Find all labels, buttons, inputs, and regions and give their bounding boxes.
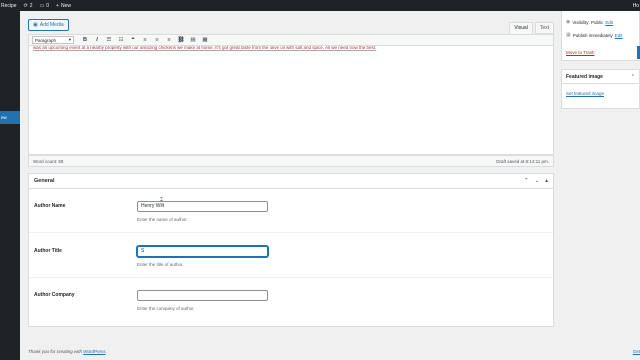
field-author-name: Author Name Henry Wilt Enter the name of… (29, 189, 553, 233)
blockquote-icon[interactable]: ❝ (127, 37, 139, 43)
author-company-label: Author Company (34, 292, 75, 298)
author-name-label: Author Name (34, 203, 66, 209)
read-more-icon[interactable]: ▤ (187, 37, 199, 43)
editor-content-text: was an upcoming event at a nearby proper… (33, 45, 377, 50)
new-label: New (61, 2, 72, 9)
visibility-row: ◉ Visibility: Public Edit (566, 19, 613, 25)
plus-icon: + (56, 2, 59, 9)
metabox-title: General (34, 178, 55, 184)
format-select[interactable]: Paragraph ▾ (32, 36, 74, 44)
editor-status-bar: Word count: 68 Draft saved at 8:14:11 pm… (28, 155, 554, 167)
comment-icon: ▭ (39, 2, 45, 9)
tab-text[interactable]: Text (534, 22, 554, 34)
featured-image-title: Featured image (566, 73, 603, 80)
calendar-icon: ▦ (566, 32, 571, 38)
wordpress-link[interactable]: WordPress (83, 349, 105, 354)
format-select-value: Paragraph (35, 37, 57, 43)
footer-version-link[interactable]: Get (633, 349, 640, 354)
admin-menu-current-item[interactable]: ew (0, 111, 20, 124)
site-name: Recipe (1, 2, 17, 9)
set-featured-image-link[interactable]: Set featured image (566, 91, 604, 96)
publish-text: Publish immediately (572, 32, 613, 38)
bullet-list-icon[interactable]: ☰ (103, 37, 115, 43)
add-media-button[interactable]: ▣ Add Media (28, 19, 69, 31)
visibility-edit-link[interactable]: Edit (605, 20, 613, 25)
move-down-icon[interactable]: ⌄ (535, 178, 540, 184)
link-icon[interactable]: ⛓ (175, 37, 187, 43)
bold-icon[interactable]: B (79, 37, 91, 43)
author-name-description: Enter the name of author. (137, 217, 188, 222)
author-title-description: Enter the title of author. (137, 262, 184, 267)
updates-icon: ⟳ (23, 2, 28, 9)
move-to-trash-link[interactable]: Move to Trash (566, 50, 595, 55)
publish-metabox: ◉ Visibility: Public Edit ▦ Publish imme… (561, 11, 640, 61)
footer-text: Thank you for creating with (28, 349, 83, 354)
word-count: Word count: 68 (33, 158, 64, 164)
footer-period: . (105, 349, 107, 354)
comments-count: 0 (46, 2, 50, 9)
comments-link[interactable]: ▭ 0 (40, 3, 50, 9)
account-link[interactable]: Ho (633, 3, 639, 9)
field-author-company: Author Company Enter the company of auth… (29, 278, 553, 322)
numbered-list-icon[interactable]: ☷ (115, 37, 127, 43)
toggle-panel-icon[interactable]: ▴ (545, 178, 548, 184)
publish-edit-link[interactable]: Edit (615, 33, 623, 38)
italic-icon[interactable]: I (91, 37, 103, 43)
publish-row: ▦ Publish immediately Edit (566, 32, 623, 38)
admin-menu: ew (0, 11, 20, 360)
media-icon: ▣ (33, 22, 38, 28)
chevron-down-icon: ▾ (68, 37, 71, 42)
admin-bar: Recipe ⟳ 2 ▭ 0 + New Ho (0, 0, 640, 11)
featured-image-metabox: Featured image ⌃ Set featured image (561, 69, 640, 109)
align-right-icon[interactable]: ≡ (163, 37, 175, 43)
editor-tabs: Visual Text (507, 22, 554, 34)
site-name-link[interactable]: Recipe (1, 3, 17, 9)
updates-count: 2 (29, 2, 33, 9)
chevron-up-icon[interactable]: ⌃ (631, 74, 635, 80)
add-media-label: Add Media (39, 22, 64, 28)
author-title-label: Author Title (34, 248, 62, 254)
general-metabox: General ⌃ ⌄ ▴ Author Name Henry Wilt Ent… (28, 173, 554, 327)
move-up-icon[interactable]: ⌃ (524, 178, 529, 184)
author-company-input[interactable] (137, 290, 268, 301)
author-title-input[interactable]: S (137, 246, 268, 257)
admin-footer: Thank you for creating with WordPress. (28, 349, 107, 354)
metabox-controls: ⌃ ⌄ ▴ (518, 178, 548, 184)
toolbar-toggle-icon[interactable]: ▦ (199, 37, 211, 43)
updates-link[interactable]: ⟳ 2 (24, 3, 33, 9)
align-left-icon[interactable]: ≡ (139, 37, 151, 43)
author-name-input[interactable]: Henry Wilt (137, 201, 268, 212)
editor-content-area[interactable]: was an upcoming event at a nearby proper… (28, 45, 554, 155)
tab-visual[interactable]: Visual (509, 22, 533, 34)
account-label: Ho (632, 3, 639, 9)
metabox-header: General ⌃ ⌄ ▴ (29, 174, 553, 189)
editor-toolbar: Paragraph ▾ B I ☰ ☷ ❝ ≡ ≡ ≡ ⛓ ▤ ▦ (28, 34, 554, 45)
admin-menu-current-label: ew (1, 115, 7, 120)
eye-icon: ◉ (566, 19, 571, 25)
featured-image-header: Featured image ⌃ (562, 70, 639, 84)
mouse-cursor-icon: ⌶ (160, 197, 164, 203)
align-center-icon[interactable]: ≡ (151, 37, 163, 43)
field-author-title: Author Title S Enter the title of author… (29, 234, 553, 278)
new-content-link[interactable]: + New (56, 3, 71, 9)
visibility-text: Visibility: Public (572, 19, 604, 25)
author-company-description: Enter the company of author. (137, 306, 195, 311)
draft-saved-status: Draft saved at 8:14:11 pm. (496, 158, 549, 164)
